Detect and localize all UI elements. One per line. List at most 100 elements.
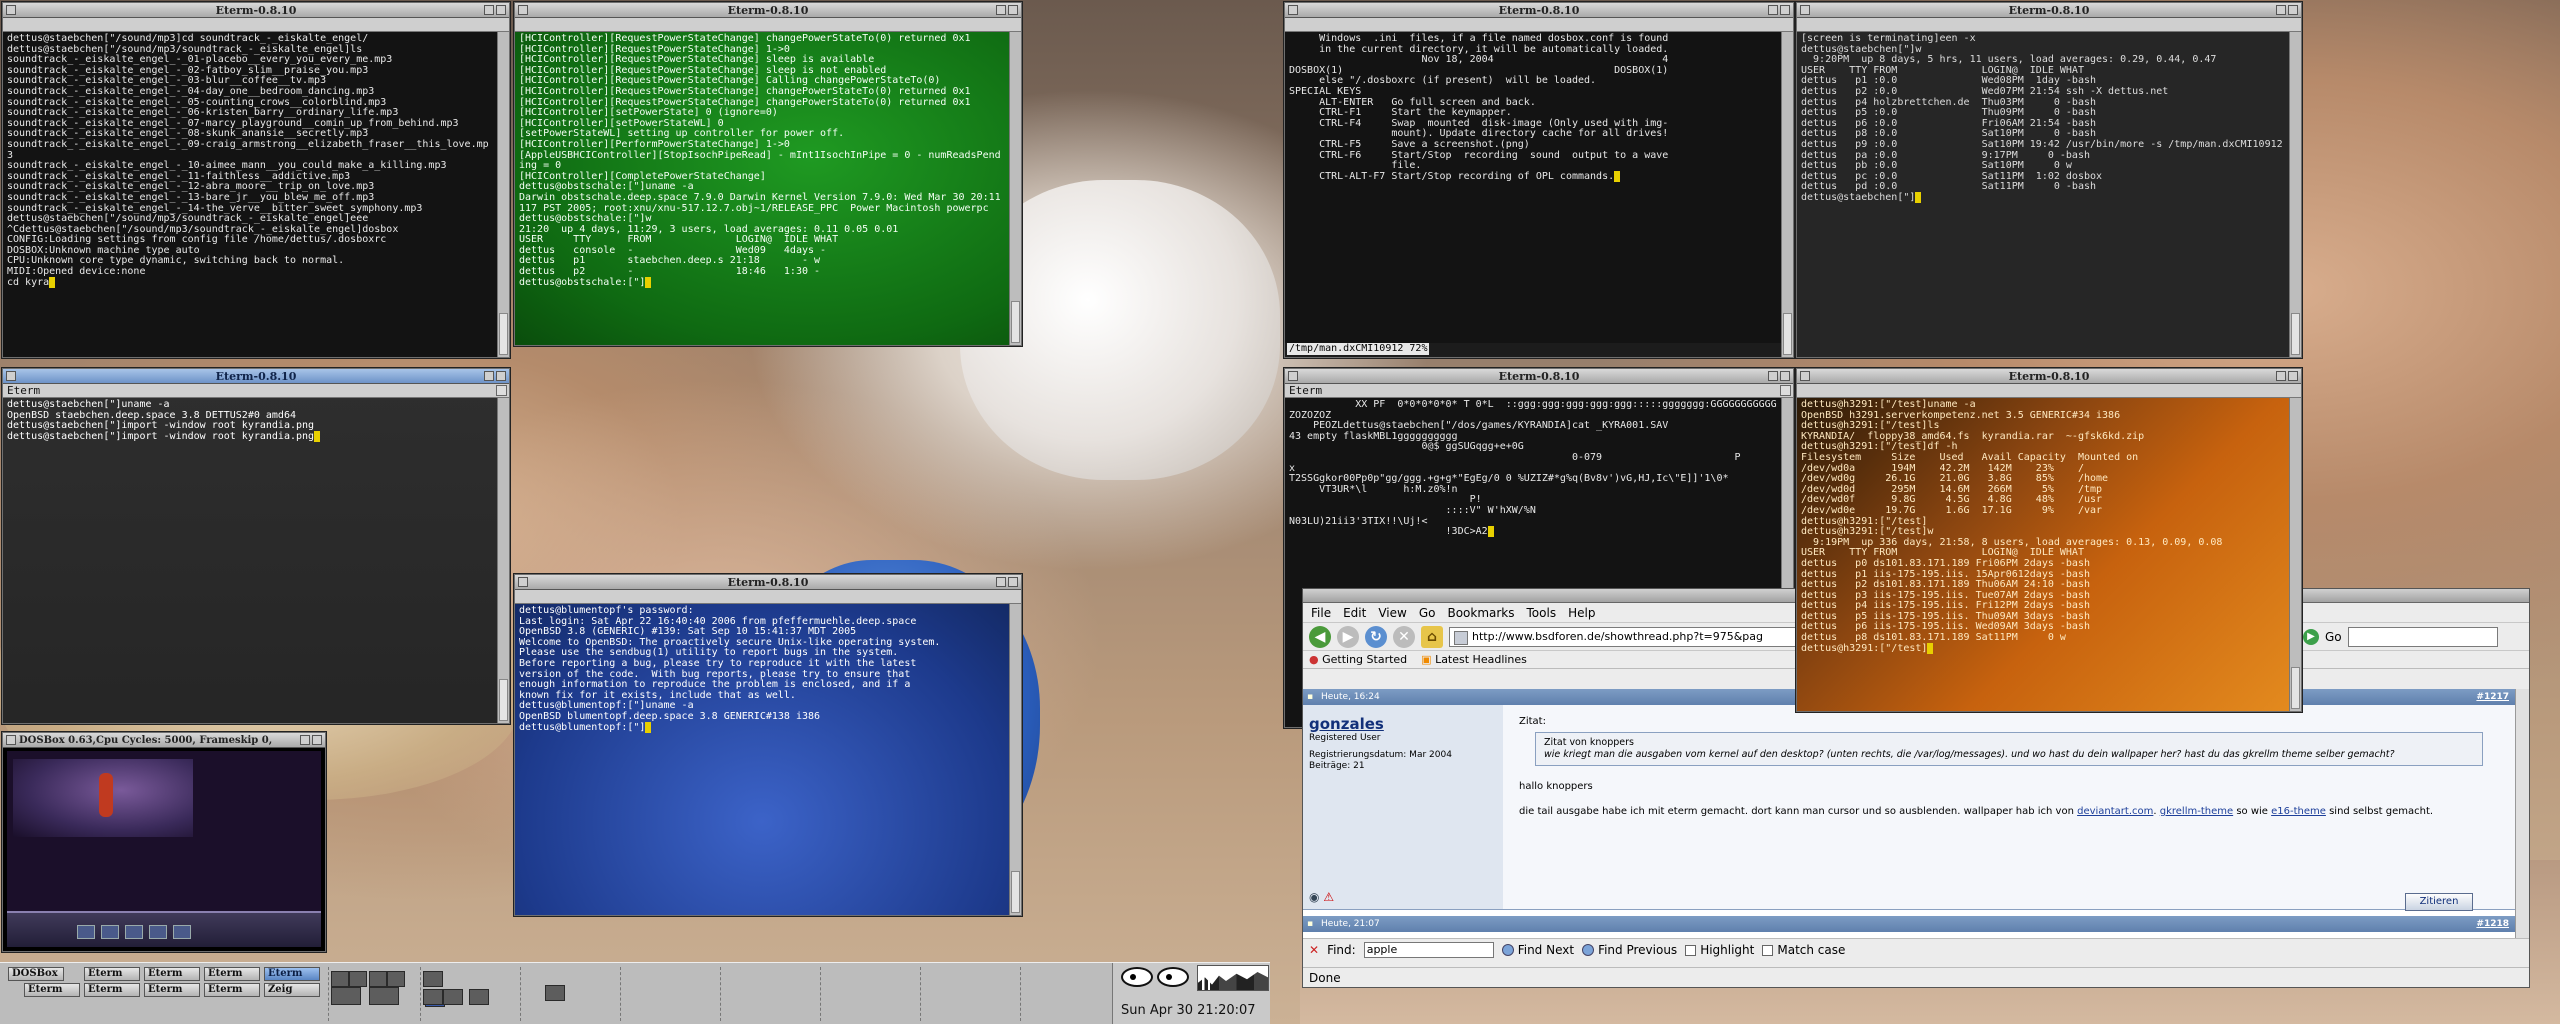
window-titlebar[interactable]: Eterm-0.8.10 (1285, 369, 1793, 384)
bookmark-getting-started[interactable]: ● Getting Started (1309, 653, 1407, 666)
scrollbar[interactable] (2289, 32, 2301, 357)
close-find-icon[interactable]: ✕ (1309, 943, 1319, 957)
window-titlebar[interactable]: DOSBox 0.63,Cpu Cycles: 5000, Frameskip … (3, 733, 325, 748)
eterm-window-mp3[interactable]: Eterm-0.8.10 dettus@staebchen["/sound/mp… (2, 2, 510, 358)
window-titlebar[interactable]: Eterm-0.8.10 (1285, 3, 1793, 18)
menubar[interactable] (515, 590, 1021, 604)
report-icon[interactable]: ⚠ (1323, 890, 1334, 904)
eterm-window-blue[interactable]: Eterm-0.8.10 dettus@blumentopf's passwor… (514, 574, 1022, 916)
scrollbar[interactable] (1009, 32, 1021, 345)
desktop-6[interactable] (820, 967, 821, 1021)
window-titlebar[interactable]: Eterm-0.8.10 (515, 575, 1021, 590)
post-number-link[interactable]: #1218 (2476, 916, 2509, 932)
window-titlebar[interactable]: Eterm-0.8.10 (3, 369, 509, 384)
eterm-window-manpage[interactable]: Eterm-0.8.10 Windows .ini files, if a fi… (1284, 2, 1794, 358)
menu-go[interactable]: Go (1419, 606, 1436, 620)
scrollbar[interactable] (497, 398, 509, 723)
inventory-slot[interactable] (125, 925, 143, 939)
find-input[interactable] (1363, 941, 1494, 958)
e16-theme-link[interactable]: e16-theme (2271, 806, 2326, 817)
terminal-output[interactable]: [HCIController][RequestPowerStateChange]… (515, 32, 1009, 345)
menubar[interactable] (1797, 384, 2301, 398)
stop-icon[interactable]: ✕ (1393, 625, 1415, 648)
inventory-slot[interactable] (149, 925, 167, 939)
bookmark-latest-headlines[interactable]: ▣ Latest Headlines (1421, 653, 1527, 666)
window-titlebar[interactable]: Eterm-0.8.10 (515, 3, 1021, 18)
go-icon[interactable]: ▶ (2303, 628, 2319, 645)
menu-eterm[interactable]: Eterm (1289, 384, 1322, 397)
scrollbar[interactable] (1009, 604, 1021, 915)
post-number-link[interactable]: #1217 (2476, 689, 2509, 705)
back-icon[interactable]: ◀ (1309, 625, 1331, 648)
taskbar-button-eterm[interactable]: Eterm (204, 983, 260, 997)
username-link[interactable]: gonzales (1309, 715, 1497, 733)
taskbar-button-zeig[interactable]: Zeig (264, 983, 320, 997)
taskbar-button-eterm[interactable]: Eterm (204, 967, 260, 981)
quote-button[interactable]: Zitieren (2405, 893, 2473, 911)
terminal-output[interactable]: Windows .ini files, if a file named dosb… (1285, 32, 1781, 343)
taskbar-button-dosbox[interactable]: DOSBox (8, 967, 64, 981)
desktop-5[interactable] (720, 967, 721, 1021)
page-scrollbar[interactable] (2515, 689, 2529, 938)
menubar[interactable]: Eterm (1285, 384, 1793, 398)
terminal-output[interactable]: dettus@staebchen["/sound/mp3]cd soundtra… (3, 32, 497, 357)
find-next-button[interactable]: Find Next (1501, 943, 1574, 957)
terminal-output[interactable]: dettus@h3291:["/test]uname -a OpenBSD h32… (1797, 398, 2289, 711)
eterm-window-import[interactable]: Eterm-0.8.10 Eterm dettus@staebchen["]un… (2, 368, 510, 724)
home-icon[interactable]: ⌂ (1421, 625, 1443, 648)
terminal-output[interactable]: dettus@blumentopf's password: Last login:… (515, 604, 1009, 915)
page-content[interactable]: ▪ Heute, 16:24 #1217 gonzales Registered U… (1303, 689, 2515, 938)
eterm-window-green[interactable]: Eterm-0.8.10 [HCIController][RequestPowe… (514, 2, 1022, 346)
menubar[interactable] (515, 18, 1021, 32)
window-titlebar[interactable]: Eterm-0.8.10 (3, 3, 509, 18)
window-titlebar[interactable]: Eterm-0.8.10 (1797, 369, 2301, 384)
eterm-window-who[interactable]: Eterm-0.8.10 [screen is terminating]een … (1796, 2, 2302, 358)
game-inventory-panel[interactable] (7, 911, 321, 947)
desktop-3[interactable] (520, 967, 565, 1021)
taskbar-button-eterm[interactable]: Eterm (144, 983, 200, 997)
taskbar-button-eterm[interactable]: Eterm (144, 967, 200, 981)
taskbar-button-eterm[interactable]: Eterm (24, 983, 80, 997)
inventory-slot[interactable] (173, 925, 191, 939)
window-titlebar[interactable]: Eterm-0.8.10 (1797, 3, 2301, 18)
taskbar-button-eterm[interactable]: Eterm (264, 967, 320, 981)
menubar[interactable] (1285, 18, 1793, 32)
terminal-output[interactable]: dettus@staebchen["]uname -a OpenBSD staeb… (3, 398, 497, 723)
menu-view[interactable]: View (1378, 606, 1406, 620)
scrollbar[interactable] (1781, 32, 1793, 357)
desktop-4[interactable] (620, 967, 621, 1021)
scrollbar[interactable] (497, 32, 509, 357)
highlight-checkbox[interactable]: Highlight (1685, 943, 1754, 957)
menu-eterm[interactable]: Eterm (7, 384, 40, 397)
taskbar-button-eterm[interactable]: Eterm (84, 967, 140, 981)
find-previous-button[interactable]: Find Previous (1582, 943, 1677, 957)
eterm-window-orange[interactable]: Eterm-0.8.10 dettus@h3291:["/test]uname … (1796, 368, 2302, 712)
inventory-slot[interactable] (101, 925, 119, 939)
kyrandia-game-screen[interactable] (7, 751, 321, 947)
scrollbar[interactable] (2289, 398, 2301, 711)
reload-icon[interactable]: ↻ (1365, 625, 1387, 648)
inventory-slot[interactable] (77, 925, 95, 939)
menu-bookmarks[interactable]: Bookmarks (1447, 606, 1514, 620)
menu-edit[interactable]: Edit (1343, 606, 1366, 620)
forward-icon[interactable]: ▶ (1337, 625, 1359, 648)
search-input[interactable] (2347, 626, 2498, 647)
menubar[interactable] (1797, 18, 2301, 32)
terminal-line: CTRL-ALT-F7 Start/Stop recording of OPL … (1289, 170, 1777, 183)
menubar[interactable]: Eterm (3, 384, 509, 398)
desktop-7[interactable] (920, 967, 921, 1021)
menubar[interactable] (3, 18, 509, 32)
deviantart-link[interactable]: deviantart.com (2077, 806, 2153, 817)
dosbox-window[interactable]: DOSBox 0.63,Cpu Cycles: 5000, Frameskip … (2, 732, 326, 952)
desktop-1[interactable] (328, 967, 445, 1021)
desktop-8[interactable] (1020, 967, 1021, 1021)
menu-help[interactable]: Help (1568, 606, 1595, 620)
match-case-checkbox[interactable]: Match case (1762, 943, 1845, 957)
taskbar-button-eterm[interactable]: Eterm (84, 983, 140, 997)
terminal-output[interactable]: [screen is terminating]een -x dettus@stae… (1797, 32, 2289, 357)
menu-file[interactable]: File (1311, 606, 1331, 620)
desktop-2[interactable] (420, 967, 489, 1021)
menu-tools[interactable]: Tools (1527, 606, 1557, 620)
gkrellm-theme-link[interactable]: gkrellm-theme (2160, 806, 2233, 817)
go-button[interactable]: Go (2325, 630, 2342, 644)
